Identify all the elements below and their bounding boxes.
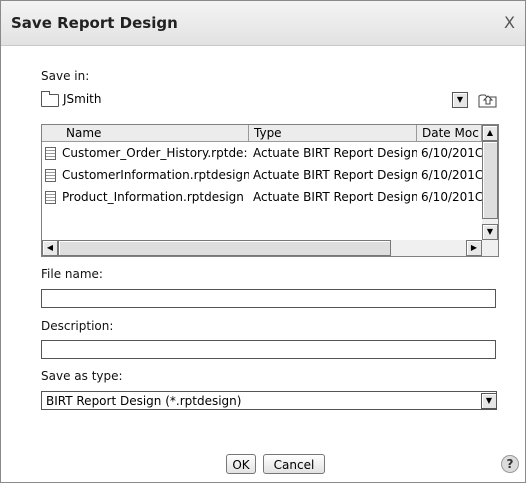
save-in-label: Save in: xyxy=(41,69,90,83)
file-date-cell: 6/10/201C xyxy=(421,190,482,204)
file-date-cell: 6/10/201C xyxy=(421,168,482,182)
save-in-folder-value: JSmith xyxy=(63,92,102,106)
scroll-left-icon[interactable]: ◀ xyxy=(42,240,58,256)
file-name-cell: CustomerInformation.rptdesign xyxy=(62,168,249,182)
file-name-cell: Product_Information.rptdesign xyxy=(62,190,244,204)
file-row[interactable]: Customer_Order_History.rptde: Actuate BI… xyxy=(42,145,482,162)
scroll-down-icon[interactable]: ▼ xyxy=(482,224,498,240)
up-folder-icon[interactable] xyxy=(477,91,499,109)
description-label: Description: xyxy=(41,319,114,333)
vertical-scroll-thumb[interactable] xyxy=(482,141,498,219)
file-row[interactable]: CustomerInformation.rptdesign Actuate BI… xyxy=(42,167,482,184)
horizontal-scroll-thumb[interactable] xyxy=(58,240,391,256)
horizontal-scrollbar[interactable]: ◀ ▶ xyxy=(42,240,482,256)
file-type-cell: Actuate BIRT Report Design xyxy=(253,168,417,182)
report-file-icon xyxy=(45,191,56,204)
file-name-input[interactable] xyxy=(41,289,496,308)
dialog-titlebar: Save Report Design X xyxy=(1,1,525,46)
file-list[interactable]: Name Type Date Moc Customer_Order_Histor… xyxy=(41,124,499,257)
save-report-dialog: Save Report Design X Save in: JSmith ▼ N… xyxy=(0,0,526,483)
description-input[interactable] xyxy=(41,340,496,359)
folder-icon xyxy=(41,91,59,107)
vertical-scrollbar[interactable]: ▲ ▼ xyxy=(482,125,498,240)
ok-button[interactable]: OK xyxy=(226,454,256,474)
file-row[interactable]: Product_Information.rptdesign Actuate BI… xyxy=(42,189,482,206)
save-in-dropdown-arrow[interactable]: ▼ xyxy=(452,92,468,108)
save-as-type-value: BIRT Report Design (*.rptdesign) xyxy=(46,394,242,408)
column-header-date[interactable]: Date Moc xyxy=(417,125,482,142)
save-as-type-label: Save as type: xyxy=(41,369,123,383)
dialog-title: Save Report Design xyxy=(11,14,178,32)
report-file-icon xyxy=(45,169,56,182)
file-date-cell: 6/10/201C xyxy=(421,146,482,160)
chevron-down-icon[interactable]: ▼ xyxy=(481,393,497,409)
file-type-cell: Actuate BIRT Report Design xyxy=(253,146,417,160)
save-as-type-select[interactable]: BIRT Report Design (*.rptdesign) ▼ xyxy=(41,391,497,410)
scrollbar-corner xyxy=(482,240,498,256)
file-type-cell: Actuate BIRT Report Design xyxy=(253,190,417,204)
file-name-label: File name: xyxy=(41,267,103,281)
file-name-cell: Customer_Order_History.rptde: xyxy=(62,146,248,160)
column-header-type[interactable]: Type xyxy=(249,125,417,142)
report-file-icon xyxy=(45,147,56,160)
scroll-up-icon[interactable]: ▲ xyxy=(482,125,498,141)
cancel-button[interactable]: Cancel xyxy=(263,454,325,474)
help-icon[interactable]: ? xyxy=(501,455,519,473)
close-icon[interactable]: X xyxy=(504,13,515,32)
save-in-dropdown[interactable]: JSmith xyxy=(41,91,441,109)
scroll-right-icon[interactable]: ▶ xyxy=(466,240,482,256)
column-header-name[interactable]: Name xyxy=(42,125,249,142)
